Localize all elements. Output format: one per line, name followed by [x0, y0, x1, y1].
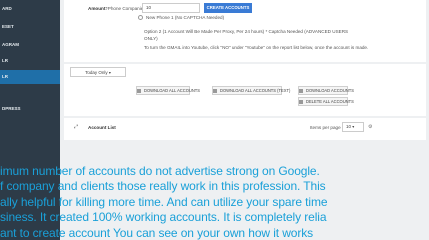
account-list-title: Account List: [88, 125, 116, 130]
sidebar-item-dashboard[interactable]: ARD: [0, 2, 60, 16]
delete-all-accounts-label: DELETE ALL ACCOUNTS: [306, 99, 354, 104]
download-all-accounts-label: DOWNLOAD ALL ACCOUNTS: [144, 88, 201, 93]
trash-icon: [299, 99, 303, 104]
download-icon: [137, 88, 141, 93]
sidebar-item-label: AGRAM: [2, 42, 19, 47]
option1-radio[interactable]: [138, 15, 143, 20]
caption-line-3: ally helpful for killing more time. And …: [0, 195, 328, 209]
option2-label-cont: ONLY): [144, 36, 158, 41]
phone-companies-label: *Phone Companies:: [106, 6, 147, 11]
caption-line-2: f company and clients those really work …: [0, 179, 326, 193]
create-accounts-panel: Amount: *Phone Companies: 10 CREATE ACCO…: [64, 0, 426, 62]
gmail-note: To turn the GMAIL into Youtube, click "N…: [144, 45, 369, 50]
sidebar-item-reset[interactable]: ESET: [0, 20, 60, 34]
caption-line-5: ant to create account You can see on you…: [0, 226, 314, 240]
caption-line-4: siness. It created 100% working accounts…: [0, 210, 327, 224]
chevron-down-icon: ▾: [108, 70, 111, 75]
download-all-accounts-button[interactable]: DOWNLOAD ALL ACCOUNTS: [136, 86, 200, 95]
sidebar-item-label: ESET: [2, 24, 14, 29]
list-icon: ⤢: [74, 124, 79, 130]
caption-line-1: imum number of accounts do not advertise…: [0, 164, 320, 178]
download-accounts-button[interactable]: DOWNLOAD ACCOUNTS: [298, 86, 354, 95]
sidebar-item-label: ARD: [2, 6, 12, 11]
sidebar-item-flickr[interactable]: LR: [0, 70, 60, 84]
download-all-accounts-text-button[interactable]: DOWNLOAD ALL ACCOUNTS (TEXT): [212, 86, 290, 95]
amount-label: Amount:: [88, 6, 107, 11]
downloads-panel: Today Only ▾ DOWNLOAD ALL ACCOUNTS DOWNL…: [64, 64, 426, 116]
items-per-page-label: Items per page: [310, 125, 341, 130]
download-all-accounts-text-label: DOWNLOAD ALL ACCOUNTS (TEXT): [220, 88, 291, 93]
amount-input[interactable]: 10: [142, 3, 200, 13]
sidebar-item-instagram[interactable]: AGRAM: [0, 38, 60, 52]
sidebar-item-label: LR: [2, 74, 8, 79]
option2-label: Option 2 (1 Account Will Be Made Per Pro…: [144, 29, 349, 34]
download-icon: [213, 88, 217, 93]
chevron-down-icon: ▾: [352, 124, 355, 129]
sidebar-item-label: LR: [2, 58, 8, 63]
date-filter-select[interactable]: Today Only ▾: [70, 67, 126, 77]
items-per-page-select[interactable]: 10 ▾: [342, 122, 364, 132]
create-accounts-button[interactable]: CREATE ACCOUNTS: [204, 3, 252, 13]
sidebar-item-tumblr[interactable]: LR: [0, 54, 60, 68]
settings-icon[interactable]: ⚙: [368, 124, 372, 130]
date-filter-value: Today Only: [85, 70, 108, 75]
account-list-panel: ⤢ Account List Items per page 10 ▾ ⚙: [64, 118, 426, 140]
sidebar-item-wordpress[interactable]: DPRESS: [0, 102, 60, 116]
download-accounts-label: DOWNLOAD ACCOUNTS: [306, 88, 354, 93]
download-icon: [299, 88, 303, 93]
option1-label: New Phone 1 (No CAPTCHA Needed): [146, 15, 225, 20]
items-per-page-value: 10: [346, 124, 352, 129]
delete-all-accounts-button[interactable]: DELETE ALL ACCOUNTS: [298, 97, 354, 106]
sidebar-item-label: DPRESS: [2, 106, 21, 111]
